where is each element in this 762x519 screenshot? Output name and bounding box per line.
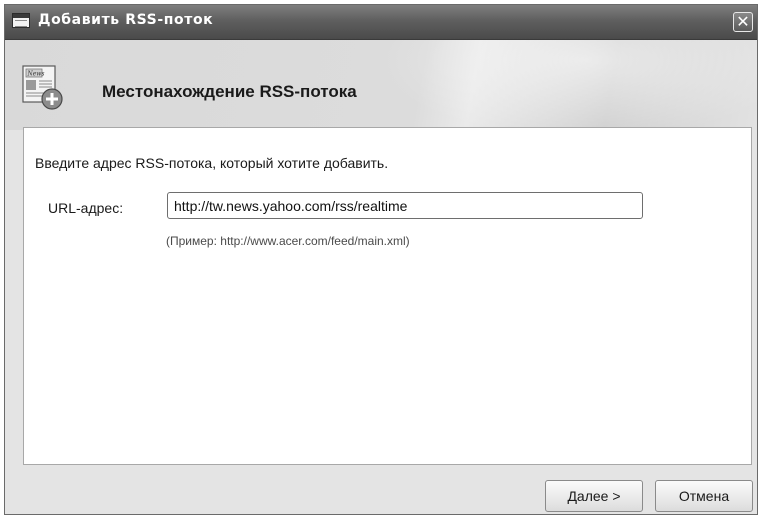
window-app-icon [12, 13, 30, 28]
dialog-header: News Местонахождение RSS-потока [5, 40, 757, 130]
url-label: URL-адрес: [48, 200, 124, 216]
header-decoration [377, 40, 757, 130]
instruction-text: Введите адрес RSS-потока, который хотите… [35, 155, 389, 171]
header-title: Местонахождение RSS-потока [102, 82, 357, 101]
close-button[interactable]: ✕ [733, 12, 753, 32]
window-title: Добавить RSS-поток [38, 12, 214, 28]
close-icon: ✕ [736, 12, 750, 31]
news-icon-text: News [27, 71, 45, 78]
content-panel: Введите адрес RSS-потока, который хотите… [23, 127, 752, 465]
rss-news-add-icon: News [22, 65, 63, 110]
cancel-button[interactable]: Отмена [655, 480, 753, 512]
add-rss-feed-dialog: Добавить RSS-поток ✕ News Местонахождени… [4, 4, 758, 515]
url-example-hint: (Пример: http://www.acer.com/feed/main.x… [166, 234, 410, 248]
next-button[interactable]: Далее > [545, 480, 643, 512]
url-input[interactable] [167, 192, 643, 219]
title-bar[interactable]: Добавить RSS-поток ✕ [5, 5, 757, 40]
